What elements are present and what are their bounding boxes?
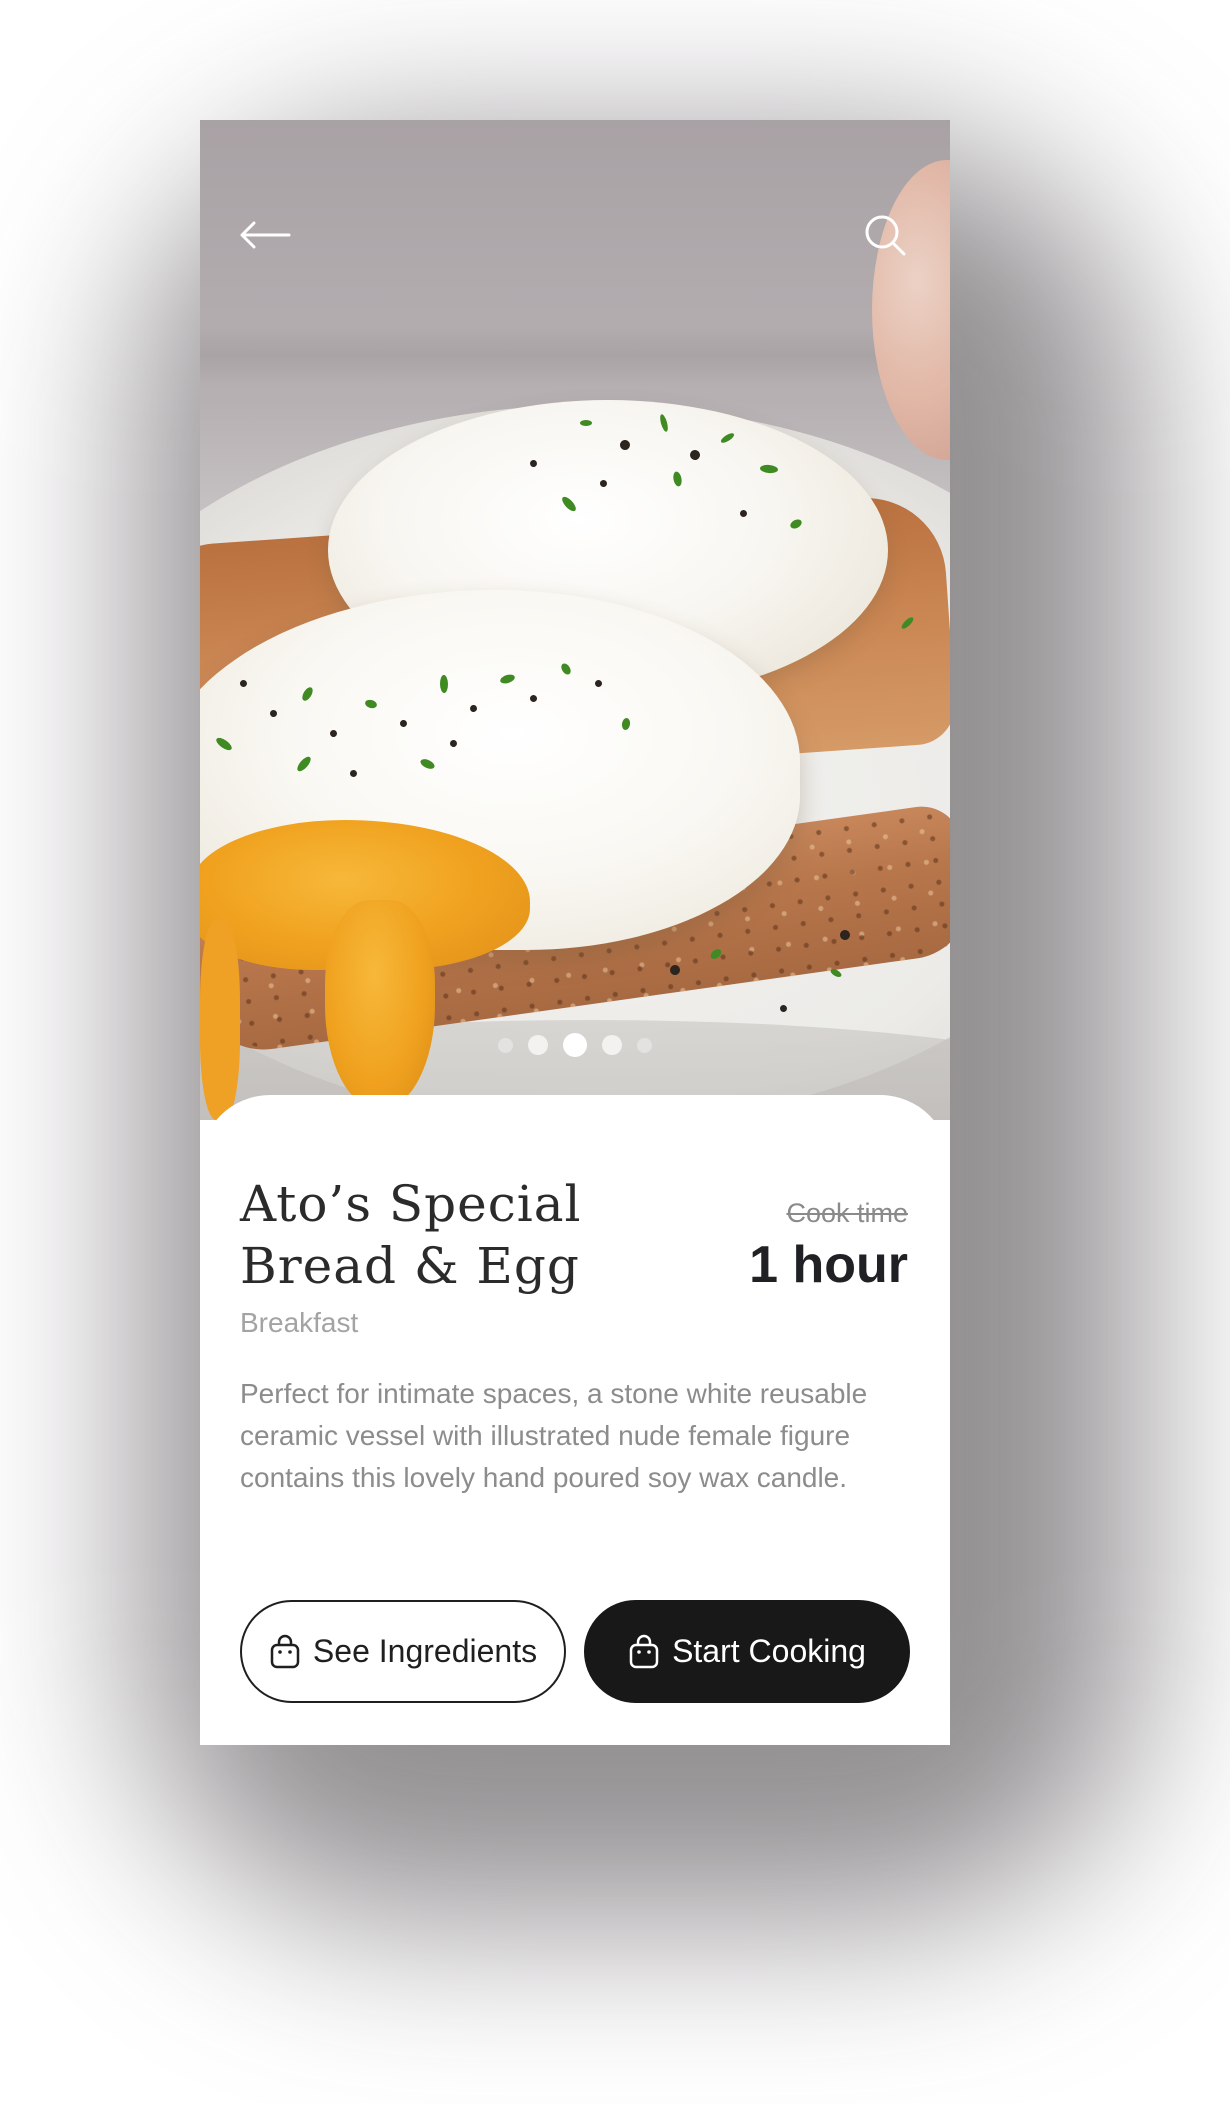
hero-image [200, 120, 950, 1120]
hero-yolk-drip-edge [200, 920, 240, 1120]
search-icon [865, 215, 906, 256]
recipe-details-sheet: Ato’s Special Bread & Egg Cook time 1 ho… [200, 1095, 950, 1745]
recipe-title-line-1: Ato’s Special [240, 1175, 582, 1233]
start-cooking-button[interactable]: Start Cooking [584, 1600, 910, 1703]
shopping-bag-icon [628, 1634, 660, 1670]
carousel-dot[interactable] [528, 1035, 548, 1055]
cook-time-value: 1 hour [749, 1236, 908, 1294]
chive-garnish [439, 674, 449, 694]
shopping-bag-icon [269, 1634, 301, 1670]
start-cooking-label: Start Cooking [672, 1633, 866, 1669]
arrow-left-icon [240, 221, 291, 249]
recipe-title: Ato’s Special Bread & Egg [240, 1173, 680, 1297]
cook-time-label: Cook time [786, 1198, 908, 1228]
recipe-title-line-2: Bread & Egg [240, 1237, 580, 1295]
carousel-dot[interactable] [637, 1037, 652, 1053]
carousel-dot[interactable] [602, 1035, 622, 1055]
recipe-description: Perfect for intimate spaces, a stone whi… [240, 1378, 868, 1493]
hero-background [200, 325, 950, 385]
see-ingredients-button[interactable]: See Ingredients [240, 1600, 566, 1703]
phone-screen: Ato’s Special Bread & Egg Cook time 1 ho… [200, 120, 950, 1745]
carousel-dot-active[interactable] [563, 1033, 587, 1057]
carousel-dot[interactable] [498, 1037, 513, 1053]
canvas: Ato’s Special Bread & Egg Cook time 1 ho… [0, 0, 1230, 2104]
see-ingredients-label: See Ingredients [312, 1633, 538, 1669]
search-button[interactable] [850, 200, 920, 270]
hero-yolk-drip [325, 900, 435, 1110]
recipe-category: Breakfast [240, 1307, 359, 1338]
chive-garnish [580, 420, 592, 426]
back-button[interactable] [230, 200, 300, 270]
carousel-indicator [200, 1030, 950, 1060]
